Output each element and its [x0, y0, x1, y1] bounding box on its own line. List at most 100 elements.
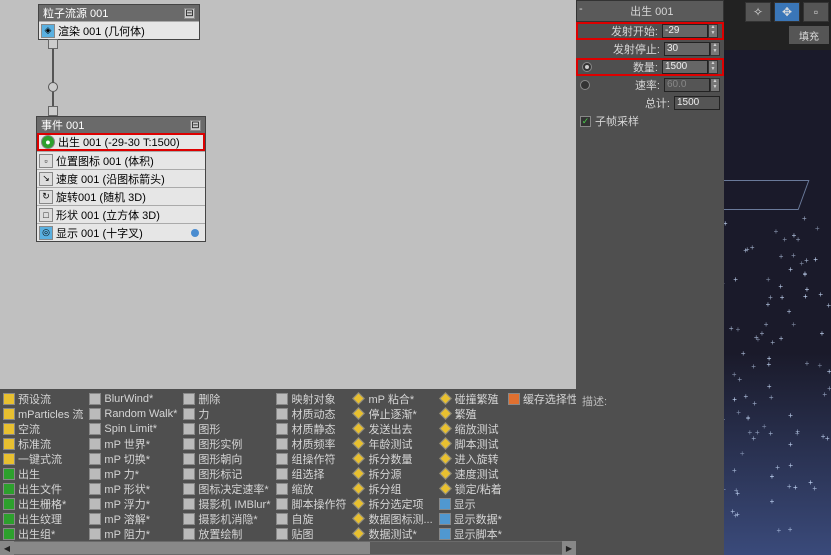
move-tool-button[interactable]: ✥ [774, 2, 800, 22]
spinner[interactable]: ▲▼ [708, 24, 718, 38]
operator-birth[interactable]: ● 出生 001 (-29-30 T:1500) [37, 133, 205, 151]
palette-item[interactable]: 年龄测试 [350, 436, 434, 451]
palette-item[interactable]: 繁殖 [437, 406, 504, 421]
scroll-track[interactable] [14, 542, 562, 554]
palette-item[interactable]: 发送出去 [350, 421, 434, 436]
palette-item[interactable]: 速度测试 [437, 466, 504, 481]
palette-item[interactable]: 进入旋转 [437, 451, 504, 466]
spinner[interactable]: ▲▼ [708, 60, 718, 74]
param-title[interactable]: - 出生 001 [576, 0, 724, 22]
palette-item[interactable]: 删除 [181, 391, 272, 406]
palette-item[interactable]: 缩放 [274, 481, 348, 496]
scroll-right-button[interactable]: ▶ [562, 541, 576, 555]
palette-item[interactable]: 数据测试* [350, 526, 434, 541]
palette-item[interactable]: 锁定/粘着 [437, 481, 504, 496]
palette-item[interactable]: 脚本操作符 [274, 496, 348, 511]
palette-item[interactable]: 映射对象 [274, 391, 348, 406]
connector-in[interactable] [48, 106, 58, 116]
palette-item[interactable]: 预设流 [1, 391, 85, 406]
minimize-icon[interactable]: ⊟ [190, 120, 201, 131]
amount-radio[interactable] [582, 62, 592, 72]
palette-item[interactable]: mParticles 流 [1, 406, 85, 421]
palette-item[interactable]: Random Walk* [87, 406, 179, 421]
palette-item[interactable]: 图形标记 [181, 466, 272, 481]
palette-item[interactable]: 缩放测试 [437, 421, 504, 436]
palette-item[interactable]: 出生文件 [1, 481, 85, 496]
palette-item[interactable]: 图形实例 [181, 436, 272, 451]
viewport-render[interactable]: ++++++++++++++++++++++++++++++++++++++++… [724, 50, 831, 555]
palette-item[interactable]: 标准流 [1, 436, 85, 451]
scroll-left-button[interactable]: ◀ [0, 541, 14, 555]
tab-fill[interactable]: 填充 [789, 26, 829, 44]
subframe-checkbox[interactable]: ✓ [580, 116, 591, 127]
palette-item[interactable]: 贴图 [274, 526, 348, 541]
palette-item[interactable]: 组操作符 [274, 451, 348, 466]
palette-item[interactable]: 出生栅格* [1, 496, 85, 511]
viewport-tool-c[interactable]: ▫ [803, 2, 829, 22]
palette-item[interactable]: 自旋 [274, 511, 348, 526]
palette-item[interactable]: mP 世界* [87, 436, 179, 451]
palette-item[interactable]: 显示 [437, 496, 504, 511]
palette-scrollbar[interactable]: ◀ ▶ [0, 541, 576, 555]
palette-item[interactable]: mP 阻力* [87, 526, 179, 541]
operator-display[interactable]: ◎ 显示 001 (十字叉) [37, 223, 205, 241]
palette-item[interactable]: 拆分数量 [350, 451, 434, 466]
rate-label: 速率: [594, 77, 664, 93]
palette-item[interactable]: 图形 [181, 421, 272, 436]
emit-start-input[interactable]: -29 [662, 24, 708, 38]
palette-item[interactable]: 停止逐渐* [350, 406, 434, 421]
palette-item[interactable]: 脚本测试 [437, 436, 504, 451]
palette-item[interactable]: 出生纹理 [1, 511, 85, 526]
operator-position[interactable]: ▫ 位置图标 001 (体积) [37, 151, 205, 169]
palette-item[interactable]: 拆分源 [350, 466, 434, 481]
palette-item[interactable]: 组选择 [274, 466, 348, 481]
palette-item[interactable]: 数据图标测... [350, 511, 434, 526]
palette-item[interactable]: 出生 [1, 466, 85, 481]
palette-item[interactable]: 材质动态 [274, 406, 348, 421]
viewport-tool-a[interactable]: ✧ [745, 2, 771, 22]
rate-radio[interactable] [580, 80, 590, 90]
palette-item[interactable]: mP 粘合* [350, 391, 434, 406]
emit-stop-input[interactable]: 30 [664, 42, 710, 56]
node-source-title-bar[interactable]: 粒子流源 001 ⊟ [39, 5, 199, 21]
operator-shape[interactable]: □ 形状 001 (立方体 3D) [37, 205, 205, 223]
palette-item[interactable]: 碰撞繁殖 [437, 391, 504, 406]
node-event-title-bar[interactable]: 事件 001 ⊟ [37, 117, 205, 133]
palette-item[interactable]: 力 [181, 406, 272, 421]
particle-icon: + [787, 482, 792, 491]
palette-item[interactable]: 图标决定速率* [181, 481, 272, 496]
palette-item[interactable]: 材质静态 [274, 421, 348, 436]
palette-item[interactable]: 一键式流 [1, 451, 85, 466]
spinner[interactable]: ▲▼ [710, 42, 720, 56]
palette-item[interactable]: mP 浮力* [87, 496, 179, 511]
palette-item[interactable]: 摄影机 IMBlur* [181, 496, 272, 511]
amount-input[interactable]: 1500 [662, 60, 708, 74]
node-source[interactable]: 粒子流源 001 ⊟ ◈ 渲染 001 (几何体) [38, 4, 200, 40]
palette-item[interactable]: mP 形状* [87, 481, 179, 496]
palette-item[interactable]: 材质频率 [274, 436, 348, 451]
palette-item[interactable]: mP 溶解* [87, 511, 179, 526]
scroll-thumb[interactable] [14, 542, 370, 554]
output-plug[interactable] [191, 229, 199, 237]
palette-item[interactable]: BlurWind* [87, 391, 179, 406]
palette-item[interactable]: 出生组* [1, 526, 85, 541]
palette-item[interactable]: 拆分选定项 [350, 496, 434, 511]
operator-speed[interactable]: ↘ 速度 001 (沿图标箭头) [37, 169, 205, 187]
palette-item[interactable]: 摄影机消隐* [181, 511, 272, 526]
node-event[interactable]: 事件 001 ⊟ ● 出生 001 (-29-30 T:1500) ▫ 位置图标… [36, 116, 206, 242]
node-editor-canvas[interactable]: 粒子流源 001 ⊟ ◈ 渲染 001 (几何体) 事件 001 ⊟ ● 出生 … [0, 0, 576, 389]
minimize-icon[interactable]: ⊟ [184, 8, 195, 19]
palette-item[interactable]: 空流 [1, 421, 85, 436]
palette-item[interactable]: 显示数据* [437, 511, 504, 526]
palette-item[interactable]: mP 力* [87, 466, 179, 481]
operator-rotation[interactable]: ↻ 旋转001 (随机 3D) [37, 187, 205, 205]
node-source-render-row[interactable]: ◈ 渲染 001 (几何体) [39, 21, 199, 39]
palette-item[interactable]: 图形朝向 [181, 451, 272, 466]
palette-item[interactable]: mP 切换* [87, 451, 179, 466]
palette-item[interactable]: 拆分组 [350, 481, 434, 496]
palette-item[interactable]: 放置绘制 [181, 526, 272, 541]
palette-item[interactable]: 显示脚本* [437, 526, 504, 541]
palette-item[interactable]: 缓存选择性* [506, 391, 576, 406]
connector-out[interactable] [48, 39, 58, 49]
palette-item[interactable]: Spin Limit* [87, 421, 179, 436]
